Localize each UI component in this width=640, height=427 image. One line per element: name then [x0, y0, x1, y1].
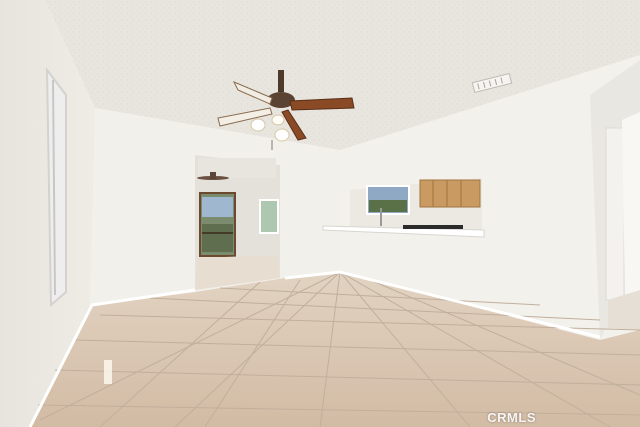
left-window: [45, 66, 67, 308]
room-illustration: [0, 0, 640, 427]
room-photo: CRMLS: [0, 0, 640, 427]
kitchen-cabinets: [419, 179, 481, 208]
hallway-door: [605, 127, 625, 301]
far-window: [259, 199, 279, 234]
watermark-text: CRMLS: [487, 410, 536, 425]
